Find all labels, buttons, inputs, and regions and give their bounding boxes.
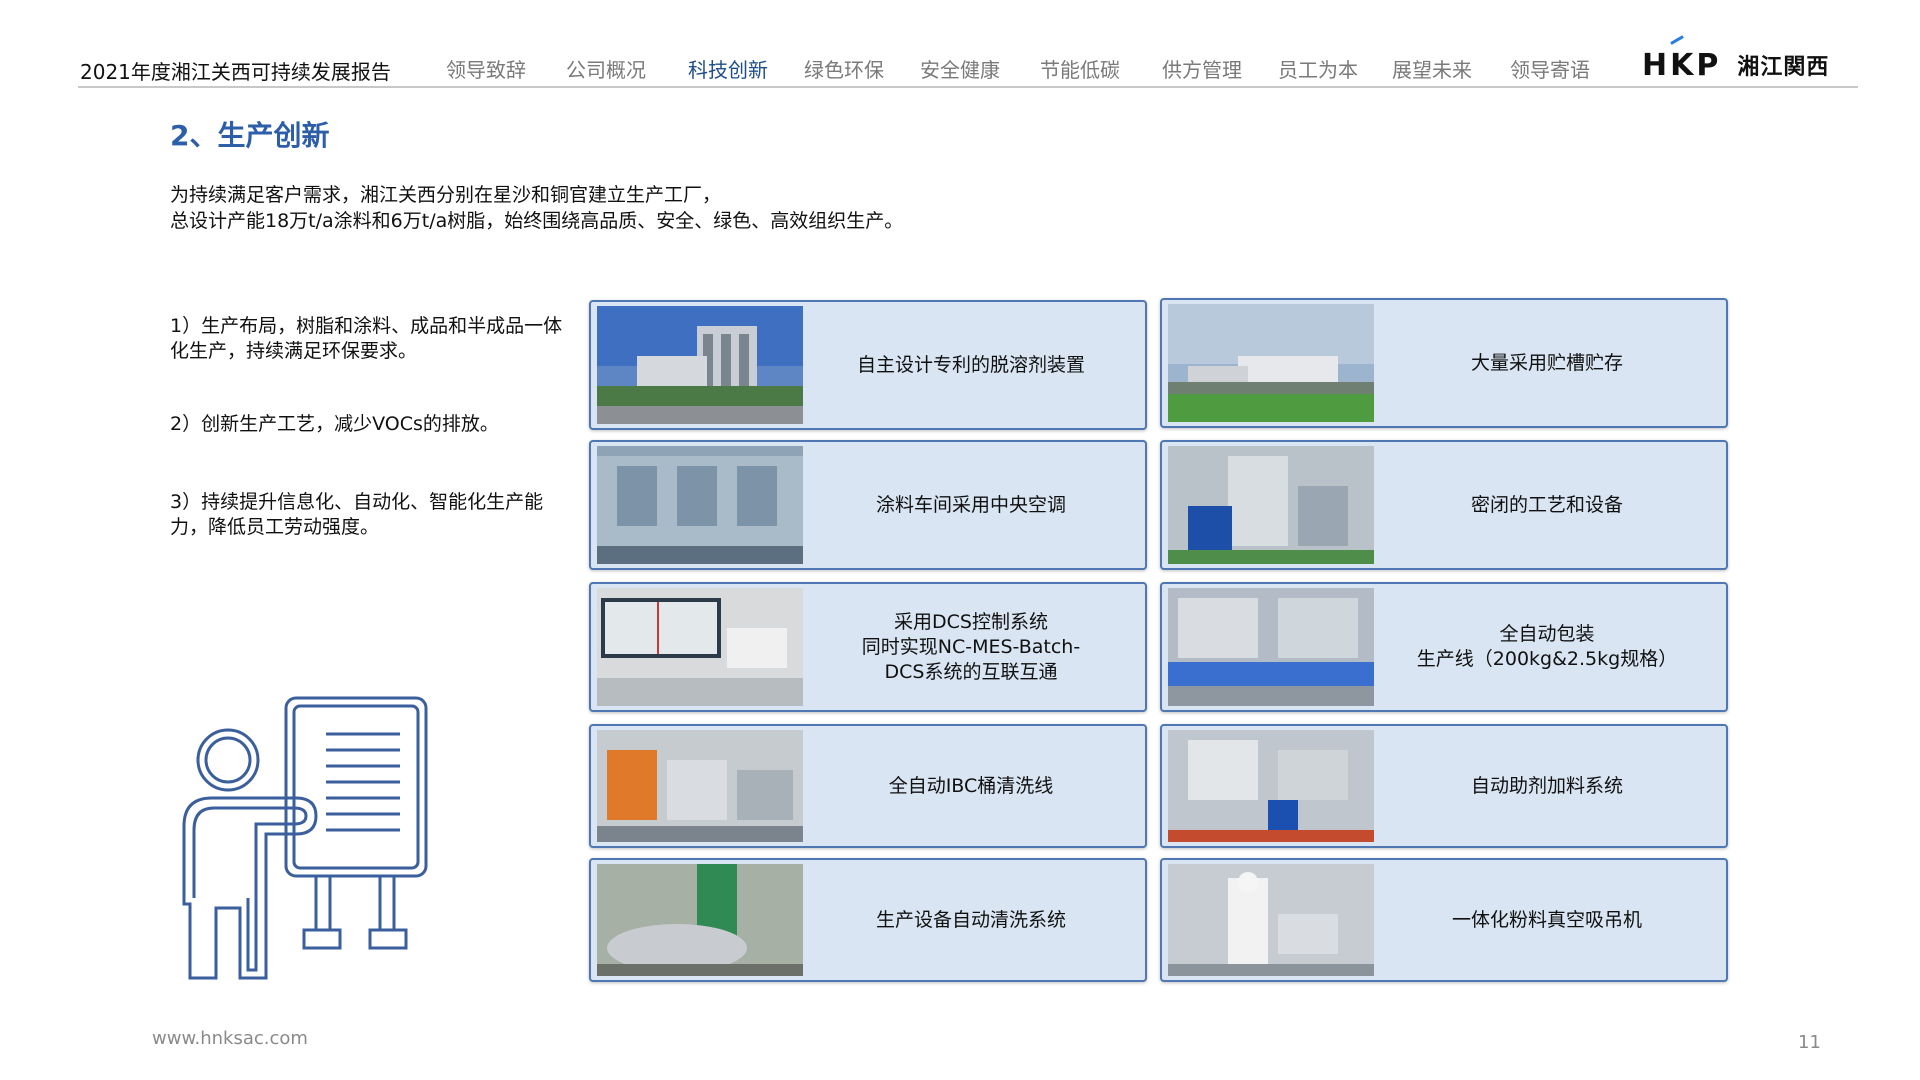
company-logo: HKP 湘江関西 bbox=[1642, 34, 1830, 83]
card-caption: 采用DCS控制系统 同时实现NC-MES-Batch- DCS系统的互联互通 bbox=[861, 610, 1081, 683]
section-title: 2、生产创新 bbox=[170, 119, 330, 152]
card-auto-clean-equipment: 生产设备自动清洗系统 bbox=[589, 858, 1147, 982]
photo-factory-tower bbox=[597, 306, 803, 424]
section-intro: 为持续满足客户需求，湘江关西分别在星沙和铜官建立生产工厂， 总设计产能18万t/… bbox=[170, 182, 903, 234]
nav-item-future[interactable]: 展望未来 bbox=[1392, 54, 1472, 83]
card-vacuum-lifter: 一体化粉料真空吸吊机 bbox=[1160, 858, 1728, 982]
photo-control-room bbox=[597, 588, 803, 706]
photo-additive-system bbox=[1168, 730, 1374, 842]
logo-mark: HKP bbox=[1642, 34, 1721, 83]
nav-item-supplier-mgmt[interactable]: 供方管理 bbox=[1162, 54, 1242, 83]
report-title: 2021年度湘江关西可持续发展报告 bbox=[80, 60, 391, 84]
header-divider bbox=[78, 86, 1858, 88]
nav-item-safety-health[interactable]: 安全健康 bbox=[920, 54, 1000, 83]
point-2: 2）创新生产工艺，减少VOCs的排放。 bbox=[170, 413, 499, 435]
card-caption: 全自动包装 生产线（200kg&2.5kg规格） bbox=[1416, 623, 1678, 670]
intro-line-1: 为持续满足客户需求，湘江关西分别在星沙和铜官建立生产工厂， bbox=[170, 184, 722, 206]
logo-name: 湘江関西 bbox=[1737, 55, 1830, 80]
photo-packaging-line bbox=[1168, 588, 1374, 706]
point-3: 3）持续提升信息化、自动化、智能化生产能力，降低员工劳动强度。 bbox=[170, 491, 544, 538]
card-closed-process: 密闭的工艺和设备 bbox=[1160, 440, 1728, 570]
point-1: 1）生产布局，树脂和涂料、成品和半成品一体化生产，持续满足环保要求。 bbox=[170, 315, 563, 362]
card-ibc-cleaning: 全自动IBC桶清洗线 bbox=[589, 724, 1147, 848]
photo-closed-equipment bbox=[1168, 446, 1374, 564]
card-central-ac: 涂料车间采用中央空调 bbox=[589, 440, 1147, 570]
card-tank-storage: 大量采用贮槽贮存 bbox=[1160, 298, 1728, 428]
card-caption: 自主设计专利的脱溶剂装置 bbox=[856, 353, 1085, 376]
card-caption: 大量采用贮槽贮存 bbox=[1470, 351, 1623, 374]
nav-item-leader-speech[interactable]: 领导致辞 bbox=[446, 54, 526, 83]
card-additive-feeding: 自动助剂加料系统 bbox=[1160, 724, 1728, 848]
nav-item-leader-message[interactable]: 领导寄语 bbox=[1510, 54, 1590, 83]
card-caption: 全自动IBC桶清洗线 bbox=[888, 774, 1054, 797]
page-header: 2021年度湘江关西可持续发展报告 领导致辞 公司概况 科技创新 绿色环保 安全… bbox=[0, 0, 1920, 90]
card-caption: 生产设备自动清洗系统 bbox=[875, 908, 1066, 931]
photo-tank-farm bbox=[1168, 304, 1374, 422]
nav-item-tech-innovation[interactable]: 科技创新 bbox=[688, 54, 768, 83]
footer-url[interactable]: www.hnksac.com bbox=[152, 1028, 308, 1049]
card-caption: 一体化粉料真空吸吊机 bbox=[1451, 908, 1642, 931]
intro-line-2: 总设计产能18万t/a涂料和6万t/a树脂，始终围绕高品质、安全、绿色、高效组织… bbox=[170, 210, 904, 232]
photo-ac-units bbox=[597, 446, 803, 564]
presenter-illustration bbox=[182, 696, 428, 980]
page-number: 11 bbox=[1798, 1032, 1821, 1053]
photo-ibc-line bbox=[597, 730, 803, 842]
photo-vacuum-lifter bbox=[1168, 864, 1374, 976]
nav-item-employees[interactable]: 员工为本 bbox=[1278, 54, 1358, 83]
photo-clean-system bbox=[597, 864, 803, 976]
card-auto-packaging: 全自动包装 生产线（200kg&2.5kg规格） bbox=[1160, 582, 1728, 712]
nav-item-green-env[interactable]: 绿色环保 bbox=[804, 54, 884, 83]
card-caption: 自动助剂加料系统 bbox=[1470, 774, 1623, 797]
nav-item-company-overview[interactable]: 公司概况 bbox=[566, 54, 646, 83]
card-caption: 涂料车间采用中央空调 bbox=[875, 493, 1066, 516]
card-solvent-removal: 自主设计专利的脱溶剂装置 bbox=[589, 300, 1147, 430]
card-dcs-control: 采用DCS控制系统 同时实现NC-MES-Batch- DCS系统的互联互通 bbox=[589, 582, 1147, 712]
nav-item-energy-saving[interactable]: 节能低碳 bbox=[1040, 54, 1120, 83]
card-caption: 密闭的工艺和设备 bbox=[1470, 493, 1623, 516]
